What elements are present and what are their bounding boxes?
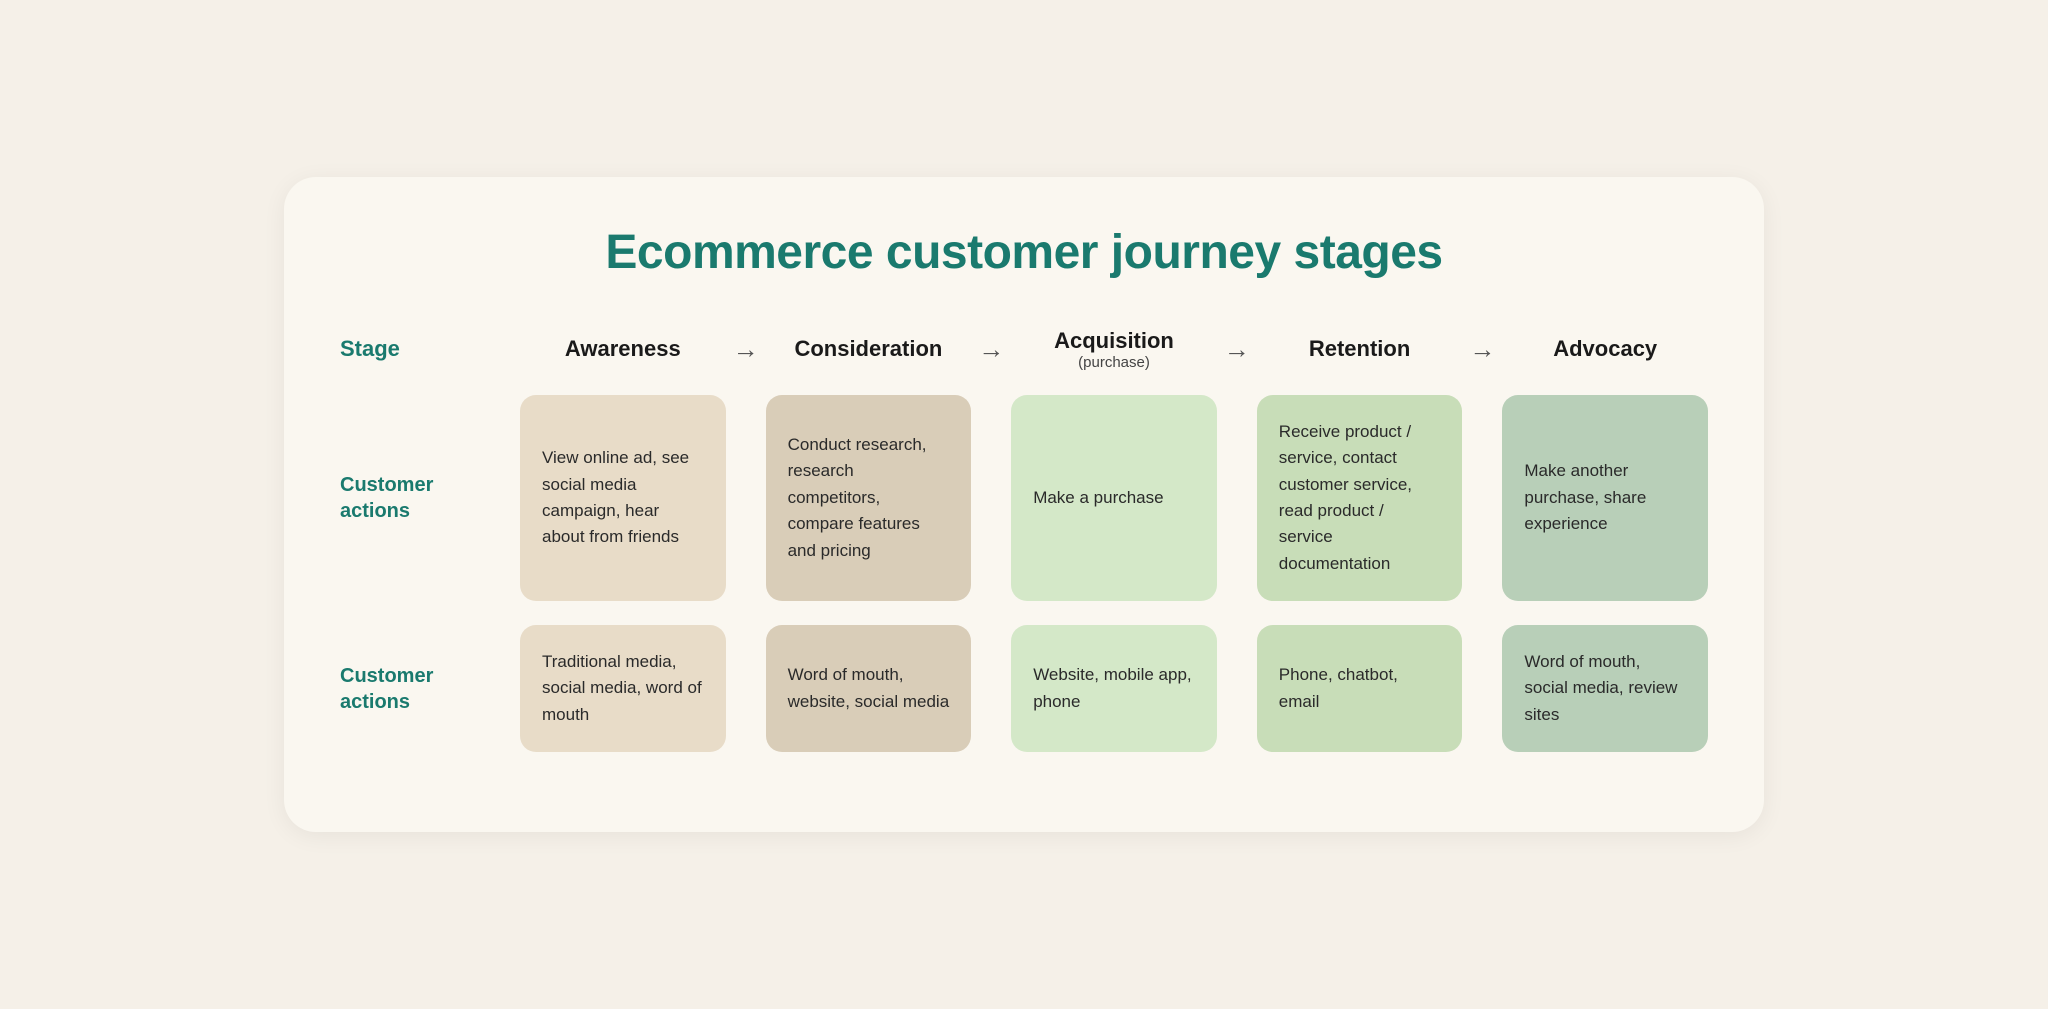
header-row: Stage Awareness → Consideration → Acquis… bbox=[340, 328, 1708, 371]
col-header-acquisition: Acquisition (purchase) bbox=[1011, 328, 1217, 371]
cell-r1-acquisition: Make a purchase bbox=[1011, 395, 1217, 601]
arrow-1: → bbox=[726, 334, 766, 365]
gap-7 bbox=[1217, 625, 1257, 752]
page-title: Ecommerce customer journey stages bbox=[340, 225, 1708, 280]
cell-r1-advocacy: Make another purchase, share experience bbox=[1502, 395, 1708, 601]
gap-2 bbox=[971, 395, 1011, 601]
row-2-label: Customer actions bbox=[340, 625, 520, 752]
gap-4 bbox=[1462, 395, 1502, 601]
main-card: Ecommerce customer journey stages Stage … bbox=[284, 177, 1764, 832]
content-row-2: Customer actions Traditional media, soci… bbox=[340, 625, 1708, 752]
cell-r2-retention: Phone, chatbot, email bbox=[1257, 625, 1463, 752]
cell-r1-retention: Receive product / service, contact custo… bbox=[1257, 395, 1463, 601]
gap-8 bbox=[1462, 625, 1502, 752]
content-row-1: Customer actions View online ad, see soc… bbox=[340, 395, 1708, 601]
cell-r1-awareness: View online ad, see social media campaig… bbox=[520, 395, 726, 601]
cell-r1-consideration: Conduct research, research competitors, … bbox=[766, 395, 972, 601]
cell-r2-awareness: Traditional media, social media, word of… bbox=[520, 625, 726, 752]
gap-5 bbox=[726, 625, 766, 752]
journey-table: Stage Awareness → Consideration → Acquis… bbox=[340, 328, 1708, 752]
col-header-advocacy: Advocacy bbox=[1502, 336, 1708, 362]
col-header-awareness: Awareness bbox=[520, 336, 726, 362]
cell-r2-consideration: Word of mouth, website, social media bbox=[766, 625, 972, 752]
col-header-retention: Retention bbox=[1257, 336, 1463, 362]
arrow-3: → bbox=[1217, 334, 1257, 365]
col-header-consideration: Consideration bbox=[766, 336, 972, 362]
stage-label: Stage bbox=[340, 336, 520, 362]
arrow-4: → bbox=[1462, 334, 1502, 365]
gap-1 bbox=[726, 395, 766, 601]
row-1-label: Customer actions bbox=[340, 395, 520, 601]
arrow-2: → bbox=[971, 334, 1011, 365]
gap-3 bbox=[1217, 395, 1257, 601]
cell-r2-acquisition: Website, mobile app, phone bbox=[1011, 625, 1217, 752]
cell-r2-advocacy: Word of mouth, social media, review site… bbox=[1502, 625, 1708, 752]
gap-6 bbox=[971, 625, 1011, 752]
